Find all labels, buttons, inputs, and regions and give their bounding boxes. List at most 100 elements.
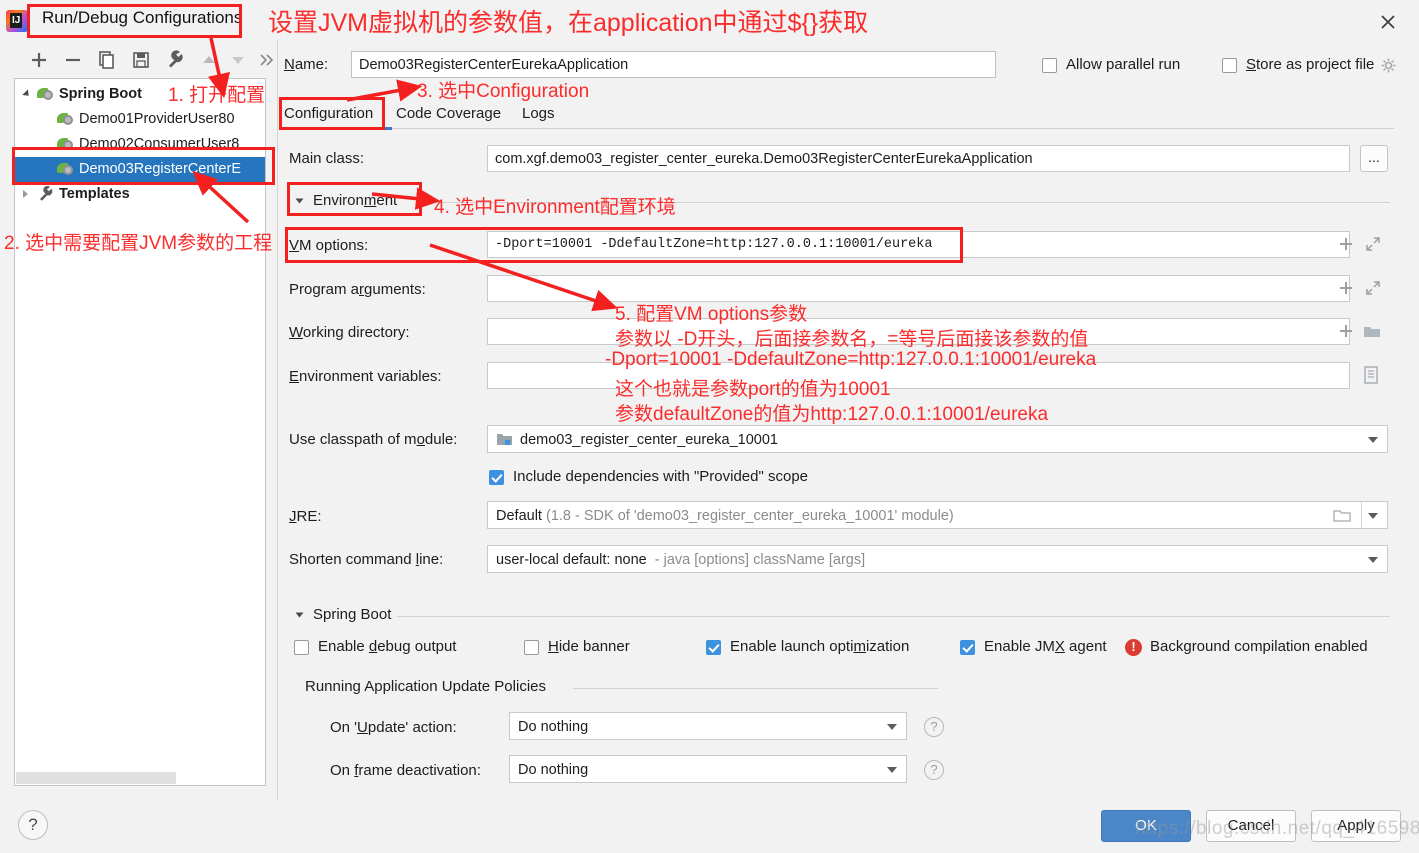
chevron-down-icon[interactable] [887,767,897,773]
tree-item-demo01[interactable]: Demo01ProviderUser80 [15,107,265,132]
annotation-text-2: 2. 选中需要配置JVM参数的工程 [4,233,273,254]
copy-icon[interactable] [94,46,120,74]
spring-boot-icon [57,112,74,127]
hide-banner-checkbox[interactable] [524,640,539,655]
tree-item-label: Demo02ConsumerUser8 [79,136,240,152]
spring-boot-section-chevron-icon[interactable] [295,612,304,618]
environment-section-label: Environment [313,192,398,209]
arrow-up-icon[interactable] [196,46,222,74]
on-update-action-combo[interactable]: Do nothing [509,712,907,740]
chevron-down-icon[interactable] [1368,557,1378,563]
section-divider [397,616,1390,617]
annotation-text-3: 3. 选中Configuration [417,81,590,102]
gear-icon[interactable] [1381,58,1396,77]
tree-horizontal-scrollbar[interactable] [16,772,265,784]
enable-jmx-agent-checkbox[interactable] [960,640,975,655]
on-update-action-value: Do nothing [518,719,589,735]
expand-icon[interactable] [1365,236,1381,256]
program-arguments-input[interactable] [487,275,1350,302]
enable-jmx-agent-label: Enable JMX agent [984,638,1107,655]
scrollbar-thumb[interactable] [16,772,176,784]
minus-icon[interactable] [60,46,86,74]
chevron-down-icon[interactable] [1368,437,1378,443]
spring-boot-icon [37,87,54,102]
use-classpath-combo[interactable]: demo03_register_center_eureka_10001 [487,425,1388,453]
vm-options-label: VM options: [289,237,369,254]
help-button[interactable]: ? [18,810,48,840]
chevron-double-right-icon[interactable] [254,46,280,74]
tab-bar[interactable]: Configuration Code Coverage Logs [284,100,1394,129]
hide-banner-label: Hide banner [548,638,630,655]
tree-item-label: Demo03RegisterCenterE [79,161,241,177]
module-icon [496,432,513,452]
allow-parallel-run-label: Allow parallel run [1066,56,1181,73]
annotation-text-5-line1: 5. 配置VM options参数 [615,304,808,325]
enable-launch-optimization-label: Enable launch optimization [730,638,910,655]
tab-code-coverage[interactable]: Code Coverage [396,100,501,129]
include-dependencies-checkbox[interactable] [489,470,504,485]
configurations-tree[interactable]: Spring Boot Demo01ProviderUser80 Demo02C… [14,78,266,786]
annotation-text-1: 1. 打开配置 [168,85,266,106]
plus-icon[interactable] [1338,323,1354,343]
spring-boot-section-label: Spring Boot [313,606,392,623]
question-mark-icon[interactable]: ? [924,760,944,780]
tree-item-demo02[interactable]: Demo02ConsumerUser8 [15,132,265,157]
close-icon[interactable] [1371,6,1405,36]
jre-combo[interactable]: Default (1.8 - SDK of 'demo03_register_c… [487,501,1388,529]
tree-item-templates[interactable]: Templates [15,182,265,207]
allow-parallel-run-checkbox[interactable] [1042,58,1057,73]
shorten-command-line-value: user-local default: none [496,552,647,568]
on-update-action-label: On 'Update' action: [330,719,457,736]
main-class-input[interactable]: com.xgf.demo03_register_center_eureka.De… [487,145,1350,172]
name-input[interactable]: Demo03RegisterCenterEurekaApplication [351,51,996,78]
chevron-down-icon[interactable] [22,89,32,99]
error-icon: ! [1125,639,1142,656]
annotation-text-5-line4: 这个也就是参数port的值为10001 [615,379,891,400]
main-class-browse-button[interactable]: ... [1360,145,1388,172]
panel-divider [277,40,278,800]
environment-variables-label: Environment variables: [289,368,442,385]
folder-icon[interactable] [1363,324,1381,343]
list-icon[interactable] [1363,366,1379,388]
main-class-label: Main class: [289,150,365,167]
enable-debug-output-checkbox[interactable] [294,640,309,655]
jre-value: Default [496,508,542,524]
tree-item-demo03-selected[interactable]: Demo03RegisterCenterE [15,157,265,182]
combo-divider [1361,502,1362,528]
expand-icon[interactable] [1365,280,1381,300]
jre-value-detail: (1.8 - SDK of 'demo03_register_center_eu… [545,508,954,524]
arrow-down-icon[interactable] [225,46,251,74]
plus-icon[interactable] [1338,236,1354,256]
tree-item-label: Spring Boot [59,86,142,102]
store-as-project-file-checkbox[interactable] [1222,58,1237,73]
plus-icon[interactable] [26,46,52,74]
on-frame-deactivation-value: Do nothing [518,762,589,778]
plus-icon[interactable] [1338,280,1354,300]
use-classpath-value: demo03_register_center_eureka_10001 [520,432,778,448]
wrench-icon [37,185,55,203]
include-dependencies-label: Include dependencies with "Provided" sco… [513,468,809,485]
shorten-command-line-label: Shorten command line: [289,551,444,568]
environment-section-chevron-icon[interactable] [295,198,304,204]
chevron-down-icon[interactable] [1368,513,1378,519]
tab-logs[interactable]: Logs [522,100,555,129]
wrench-icon[interactable] [162,46,188,74]
chevron-right-icon[interactable] [23,190,28,198]
window-title: Run/Debug Configurations [42,8,243,27]
chevron-down-icon[interactable] [887,724,897,730]
spring-boot-icon [57,162,74,177]
header-annotation-text: 设置JVM虚拟机的参数值，在application中通过${}获取 [268,9,869,37]
on-frame-deactivation-label: On frame deactivation: [330,762,481,779]
save-icon[interactable] [128,46,154,74]
tab-divider [284,128,1394,129]
vm-options-input[interactable]: -Dport=10001 -DdefaultZone=http:127.0.0.… [487,231,1350,258]
folder-icon[interactable] [1333,508,1351,528]
shorten-command-line-combo[interactable]: user-local default: none - java [options… [487,545,1388,573]
enable-debug-output-label: Enable debug output [318,638,457,655]
tab-configuration[interactable]: Configuration [284,100,373,129]
tree-item-label: Templates [59,186,130,202]
enable-launch-optimization-checkbox[interactable] [706,640,721,655]
question-mark-icon[interactable]: ? [924,717,944,737]
intellij-idea-logo-icon [6,10,28,32]
on-frame-deactivation-combo[interactable]: Do nothing [509,755,907,783]
